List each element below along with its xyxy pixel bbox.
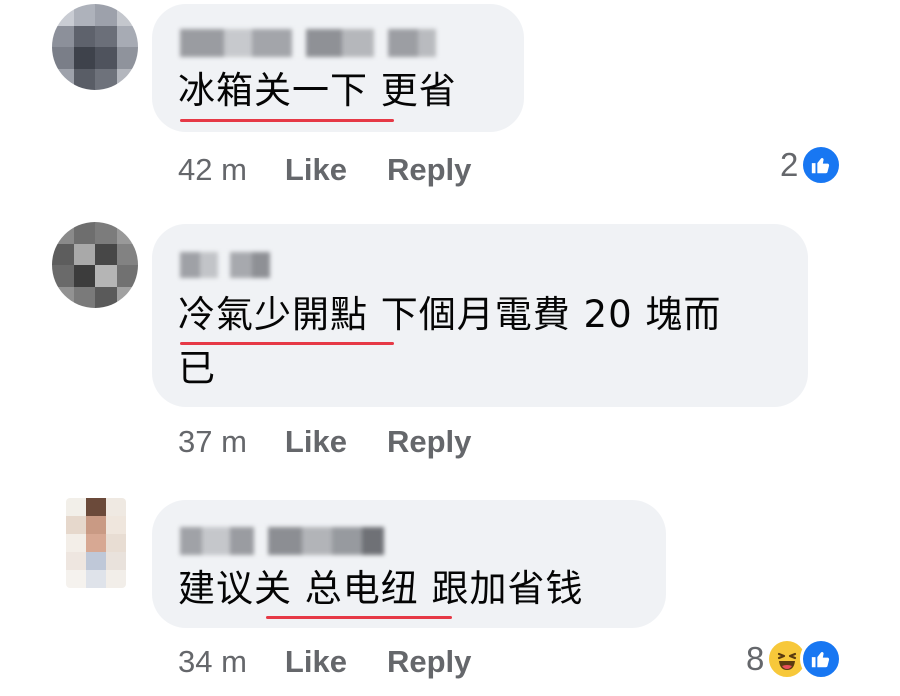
author-name-blurred[interactable]	[180, 29, 436, 57]
comment-meta: 42 m Like Reply	[178, 148, 471, 192]
like-icon	[800, 638, 843, 680]
comment-text-rest: 跟加省钱	[418, 567, 584, 610]
avatar[interactable]	[52, 4, 138, 90]
like-button[interactable]: Like	[285, 152, 347, 188]
comment-bubble: 冷氣少開點 下個月電費 20 塊而 已	[152, 224, 808, 407]
reply-button[interactable]: Reply	[387, 644, 471, 680]
like-button[interactable]: Like	[285, 424, 347, 460]
avatar[interactable]	[66, 498, 126, 588]
comment-text-rest: 更省	[368, 69, 457, 112]
comment-bubble: 冰箱关一下 更省	[152, 4, 524, 132]
underlined-text: 冰箱关一下	[178, 69, 368, 112]
reply-button[interactable]: Reply	[387, 424, 471, 460]
comment-text-rest: 下個月電費 20 塊而	[368, 293, 722, 336]
reaction-count: 2	[780, 146, 799, 183]
underlined-text: 冷氣少開點	[178, 293, 368, 336]
avatar[interactable]	[52, 222, 138, 308]
reaction-summary[interactable]: 8	[746, 638, 843, 680]
timestamp[interactable]: 42 m	[178, 152, 247, 188]
comment-thread: 冰箱关一下 更省 42 m Like Reply 2 冷氣少開點 下個月電費 2…	[0, 0, 900, 696]
author-name-blurred[interactable]	[180, 252, 270, 278]
comment-bubble: 建议关 总电纽 跟加省钱	[152, 500, 666, 628]
comment-text: 建议关 总电纽 跟加省钱	[178, 564, 584, 614]
comment-meta: 34 m Like Reply	[178, 640, 471, 684]
reply-button[interactable]: Reply	[387, 152, 471, 188]
comment-meta: 37 m Like Reply	[178, 420, 471, 464]
comment-text-line2: 已	[178, 347, 216, 390]
like-button[interactable]: Like	[285, 644, 347, 680]
comment-text: 冰箱关一下 更省	[178, 66, 457, 116]
timestamp[interactable]: 34 m	[178, 644, 247, 680]
reaction-count: 8	[746, 640, 765, 677]
spellcheck-underline	[180, 119, 394, 122]
comment-text: 冷氣少開點 下個月電費 20 塊而	[178, 290, 721, 340]
like-icon	[800, 144, 843, 186]
reaction-summary[interactable]: 2	[780, 144, 843, 186]
author-name-blurred[interactable]	[180, 527, 384, 555]
comment-text-first: 建议	[178, 567, 254, 610]
underlined-text: 关 总电纽	[254, 567, 419, 610]
timestamp[interactable]: 37 m	[178, 424, 247, 460]
spellcheck-underline	[266, 616, 452, 619]
